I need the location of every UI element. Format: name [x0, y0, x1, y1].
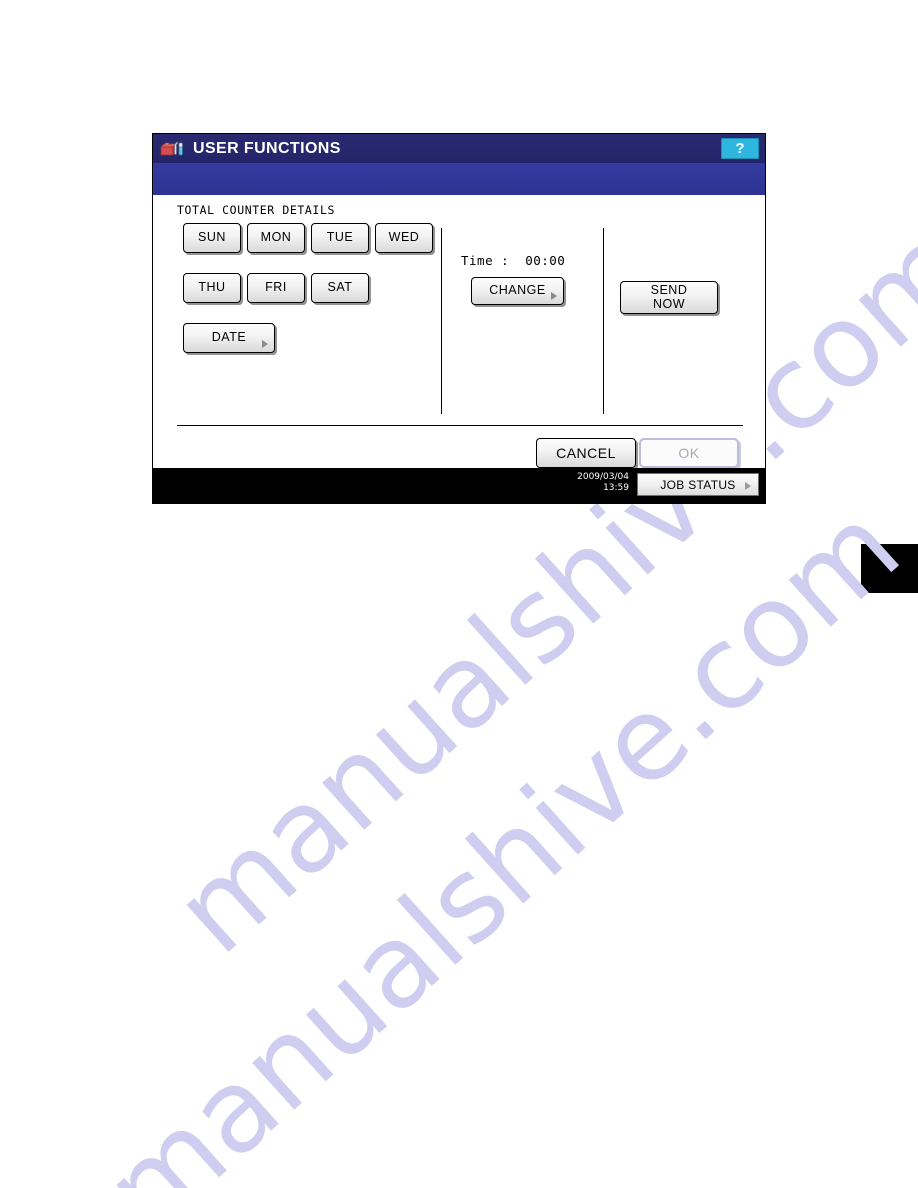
- send-now-line1: SEND: [650, 283, 688, 298]
- page-edge-tab-marker: [861, 544, 918, 593]
- panel-content: TOTAL COUNTER DETAILS SUN MON TUE WED TH…: [153, 195, 765, 468]
- job-status-button[interactable]: JOB STATUS: [637, 473, 759, 496]
- ok-button[interactable]: OK: [639, 438, 739, 468]
- toolbox-icon: [159, 139, 185, 159]
- day-button-fri[interactable]: FRI: [247, 273, 305, 303]
- section-title: TOTAL COUNTER DETAILS: [177, 203, 335, 217]
- send-now-line2: NOW: [652, 296, 686, 311]
- column-divider-left: [441, 228, 442, 414]
- day-button-sat[interactable]: SAT: [311, 273, 369, 303]
- page-title: USER FUNCTIONS: [193, 139, 341, 157]
- titlebar: USER FUNCTIONS ?: [153, 134, 765, 163]
- help-button[interactable]: ?: [721, 138, 759, 159]
- change-button-label: CHANGE: [489, 283, 546, 298]
- change-time-button[interactable]: CHANGE: [471, 277, 564, 305]
- clock-time: 13:59: [603, 483, 629, 493]
- submenu-arrow-icon: [262, 340, 268, 348]
- date-button-label: DATE: [211, 330, 247, 345]
- column-divider-right: [603, 228, 604, 414]
- submenu-arrow-icon: [551, 292, 557, 300]
- send-now-button[interactable]: SEND NOW: [620, 281, 718, 314]
- day-button-thu[interactable]: THU: [183, 273, 241, 303]
- watermark-text: manualshive.com: [80, 479, 918, 1188]
- job-status-label: JOB STATUS: [660, 477, 736, 492]
- clock-date: 2009/03/04: [577, 472, 629, 482]
- day-button-tue[interactable]: TUE: [311, 223, 369, 253]
- cancel-button[interactable]: CANCEL: [536, 438, 636, 468]
- submenu-arrow-icon: [745, 482, 751, 490]
- day-button-sun[interactable]: SUN: [183, 223, 241, 253]
- date-button[interactable]: DATE: [183, 323, 275, 353]
- subtitle-band: [153, 163, 765, 195]
- day-button-mon[interactable]: MON: [247, 223, 305, 253]
- time-value-label: Time : 00:00: [461, 253, 566, 268]
- clock: 2009/03/04 13:59: [577, 472, 629, 494]
- footer-divider: [177, 425, 743, 426]
- day-button-wed[interactable]: WED: [375, 223, 433, 253]
- device-control-panel: USER FUNCTIONS ? TOTAL COUNTER DETAILS S…: [152, 133, 766, 504]
- status-bar: 2009/03/04 13:59 JOB STATUS: [153, 468, 765, 503]
